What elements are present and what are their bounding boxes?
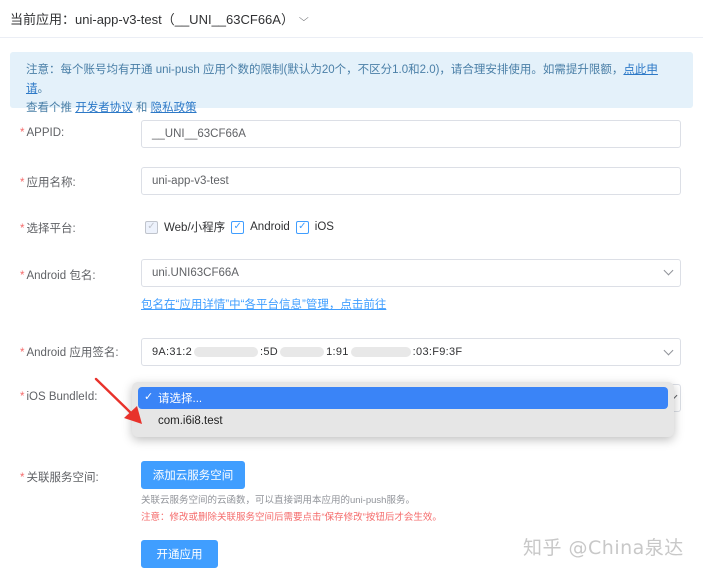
android-signature-select[interactable]: 9A:31:2 :5D 1:91 :03:F9:3F	[141, 338, 681, 366]
required-mark: *	[20, 270, 25, 282]
android-signature-label: * Android 应用签名:	[20, 344, 119, 360]
header-divider	[0, 37, 703, 38]
required-mark: *	[20, 223, 25, 235]
appname-value: uni-app-v3-test	[152, 175, 229, 187]
appid-value: __UNI__63CF66A	[152, 128, 246, 140]
checkbox-checked-icon[interactable]: ✓	[295, 220, 309, 234]
platform-web-checkbox: ✓ Web/小程序	[145, 219, 225, 235]
current-app-selector[interactable]: 当前应用： uni-app-v3-test（__UNI__63CF66A） ⌵	[10, 8, 309, 28]
required-mark: *	[20, 127, 25, 139]
appname-label: * 应用名称:	[20, 174, 76, 190]
chevron-down-icon	[663, 345, 674, 356]
checkbox-checked-icon[interactable]: ✓	[231, 220, 245, 234]
cloud-space-label-text: 关联服务空间:	[26, 472, 99, 484]
ios-option-label: com.i6i8.test	[158, 415, 223, 427]
chevron-down-icon	[663, 265, 674, 276]
ios-bundle-dropdown: ✓ 请选择... com.i6i8.test	[132, 382, 674, 437]
android-package-select[interactable]: uni.UNI63CF66A	[141, 259, 681, 287]
platform-checkbox-group: ✓ Web/小程序 ✓ Android ✓ iOS	[145, 219, 340, 235]
platform-ios-checkbox[interactable]: ✓ iOS	[295, 220, 334, 234]
notice-and: 和	[132, 102, 151, 114]
current-app-label: 当前应用：	[10, 11, 76, 27]
required-mark: *	[20, 177, 25, 189]
required-mark: *	[20, 347, 25, 359]
signature-part: :03:F9:3F	[412, 346, 463, 358]
redacted-blur	[280, 347, 325, 357]
appname-label-text: 应用名称:	[26, 177, 76, 189]
watermark: 知乎 @China泉达	[523, 537, 684, 559]
ios-option-bundle[interactable]: com.i6i8.test	[138, 410, 668, 432]
app-details-link[interactable]: 包名在“应用详情”中“各平台信息”管理，点击前往	[141, 296, 386, 312]
developer-agreement-link[interactable]: 开发者协议	[75, 102, 133, 114]
ios-option-placeholder[interactable]: ✓ 请选择...	[138, 387, 668, 409]
notice-text: 注意：每个账号均有开通 uni-push 应用个数的限制(默认为20个，不区分1…	[26, 64, 624, 76]
checkbox-checked-icon: ✓	[145, 220, 158, 234]
activate-app-button[interactable]: 开通应用	[141, 540, 218, 568]
cloud-space-label: * 关联服务空间:	[20, 469, 99, 485]
signature-part: :5D	[260, 346, 279, 358]
quota-notice: 注意：每个账号均有开通 uni-push 应用个数的限制(默认为20个，不区分1…	[10, 52, 693, 114]
platform-ios-label: iOS	[314, 221, 334, 233]
platform-android-label: Android	[250, 221, 290, 233]
required-mark: *	[20, 472, 25, 484]
cloud-space-warning: 注意：修改或删除关联服务空间后需要点击“保存修改”按钮后才会生效。	[141, 512, 442, 523]
platform-label-text: 选择平台:	[26, 223, 76, 235]
privacy-policy-link[interactable]: 隐私政策	[151, 102, 197, 114]
ios-bundle-label: * iOS BundleId:	[20, 391, 97, 403]
android-package-label-text: Android 包名:	[26, 270, 96, 282]
add-cloud-space-button[interactable]: 添加云服务空间	[141, 461, 245, 489]
notice-text-end: 。	[37, 83, 50, 95]
ios-option-label: 请选择...	[158, 393, 203, 405]
annotation-arrow-icon	[94, 377, 142, 424]
required-mark: *	[20, 391, 25, 403]
signature-part: 1:91	[326, 346, 349, 358]
platform-android-checkbox[interactable]: ✓ Android	[231, 220, 290, 234]
signature-part: 9A:31:2	[152, 346, 193, 358]
android-signature-label-text: Android 应用签名:	[26, 347, 119, 359]
android-package-value: uni.UNI63CF66A	[152, 267, 239, 279]
redacted-blur	[350, 347, 411, 357]
chevron-down-icon: ⌵	[298, 12, 309, 24]
appname-field[interactable]: uni-app-v3-test	[141, 167, 681, 195]
android-package-label: * Android 包名:	[20, 267, 96, 283]
appid-label-text: APPID:	[26, 127, 65, 139]
current-app-name: uni-app-v3-test（__UNI__63CF66A）	[75, 11, 294, 27]
redacted-blur	[194, 347, 259, 357]
platform-label: * 选择平台:	[20, 220, 76, 236]
cloud-space-hint: 关联云服务空间的云函数，可以直接调用本应用的uni-push服务。	[141, 495, 415, 506]
appid-label: * APPID:	[20, 127, 64, 139]
appid-field[interactable]: __UNI__63CF66A	[141, 120, 681, 148]
platform-web-label: Web/小程序	[164, 222, 226, 234]
ios-bundle-label-text: iOS BundleId:	[26, 391, 98, 403]
notice-line2-prefix: 查看个推	[26, 102, 76, 114]
